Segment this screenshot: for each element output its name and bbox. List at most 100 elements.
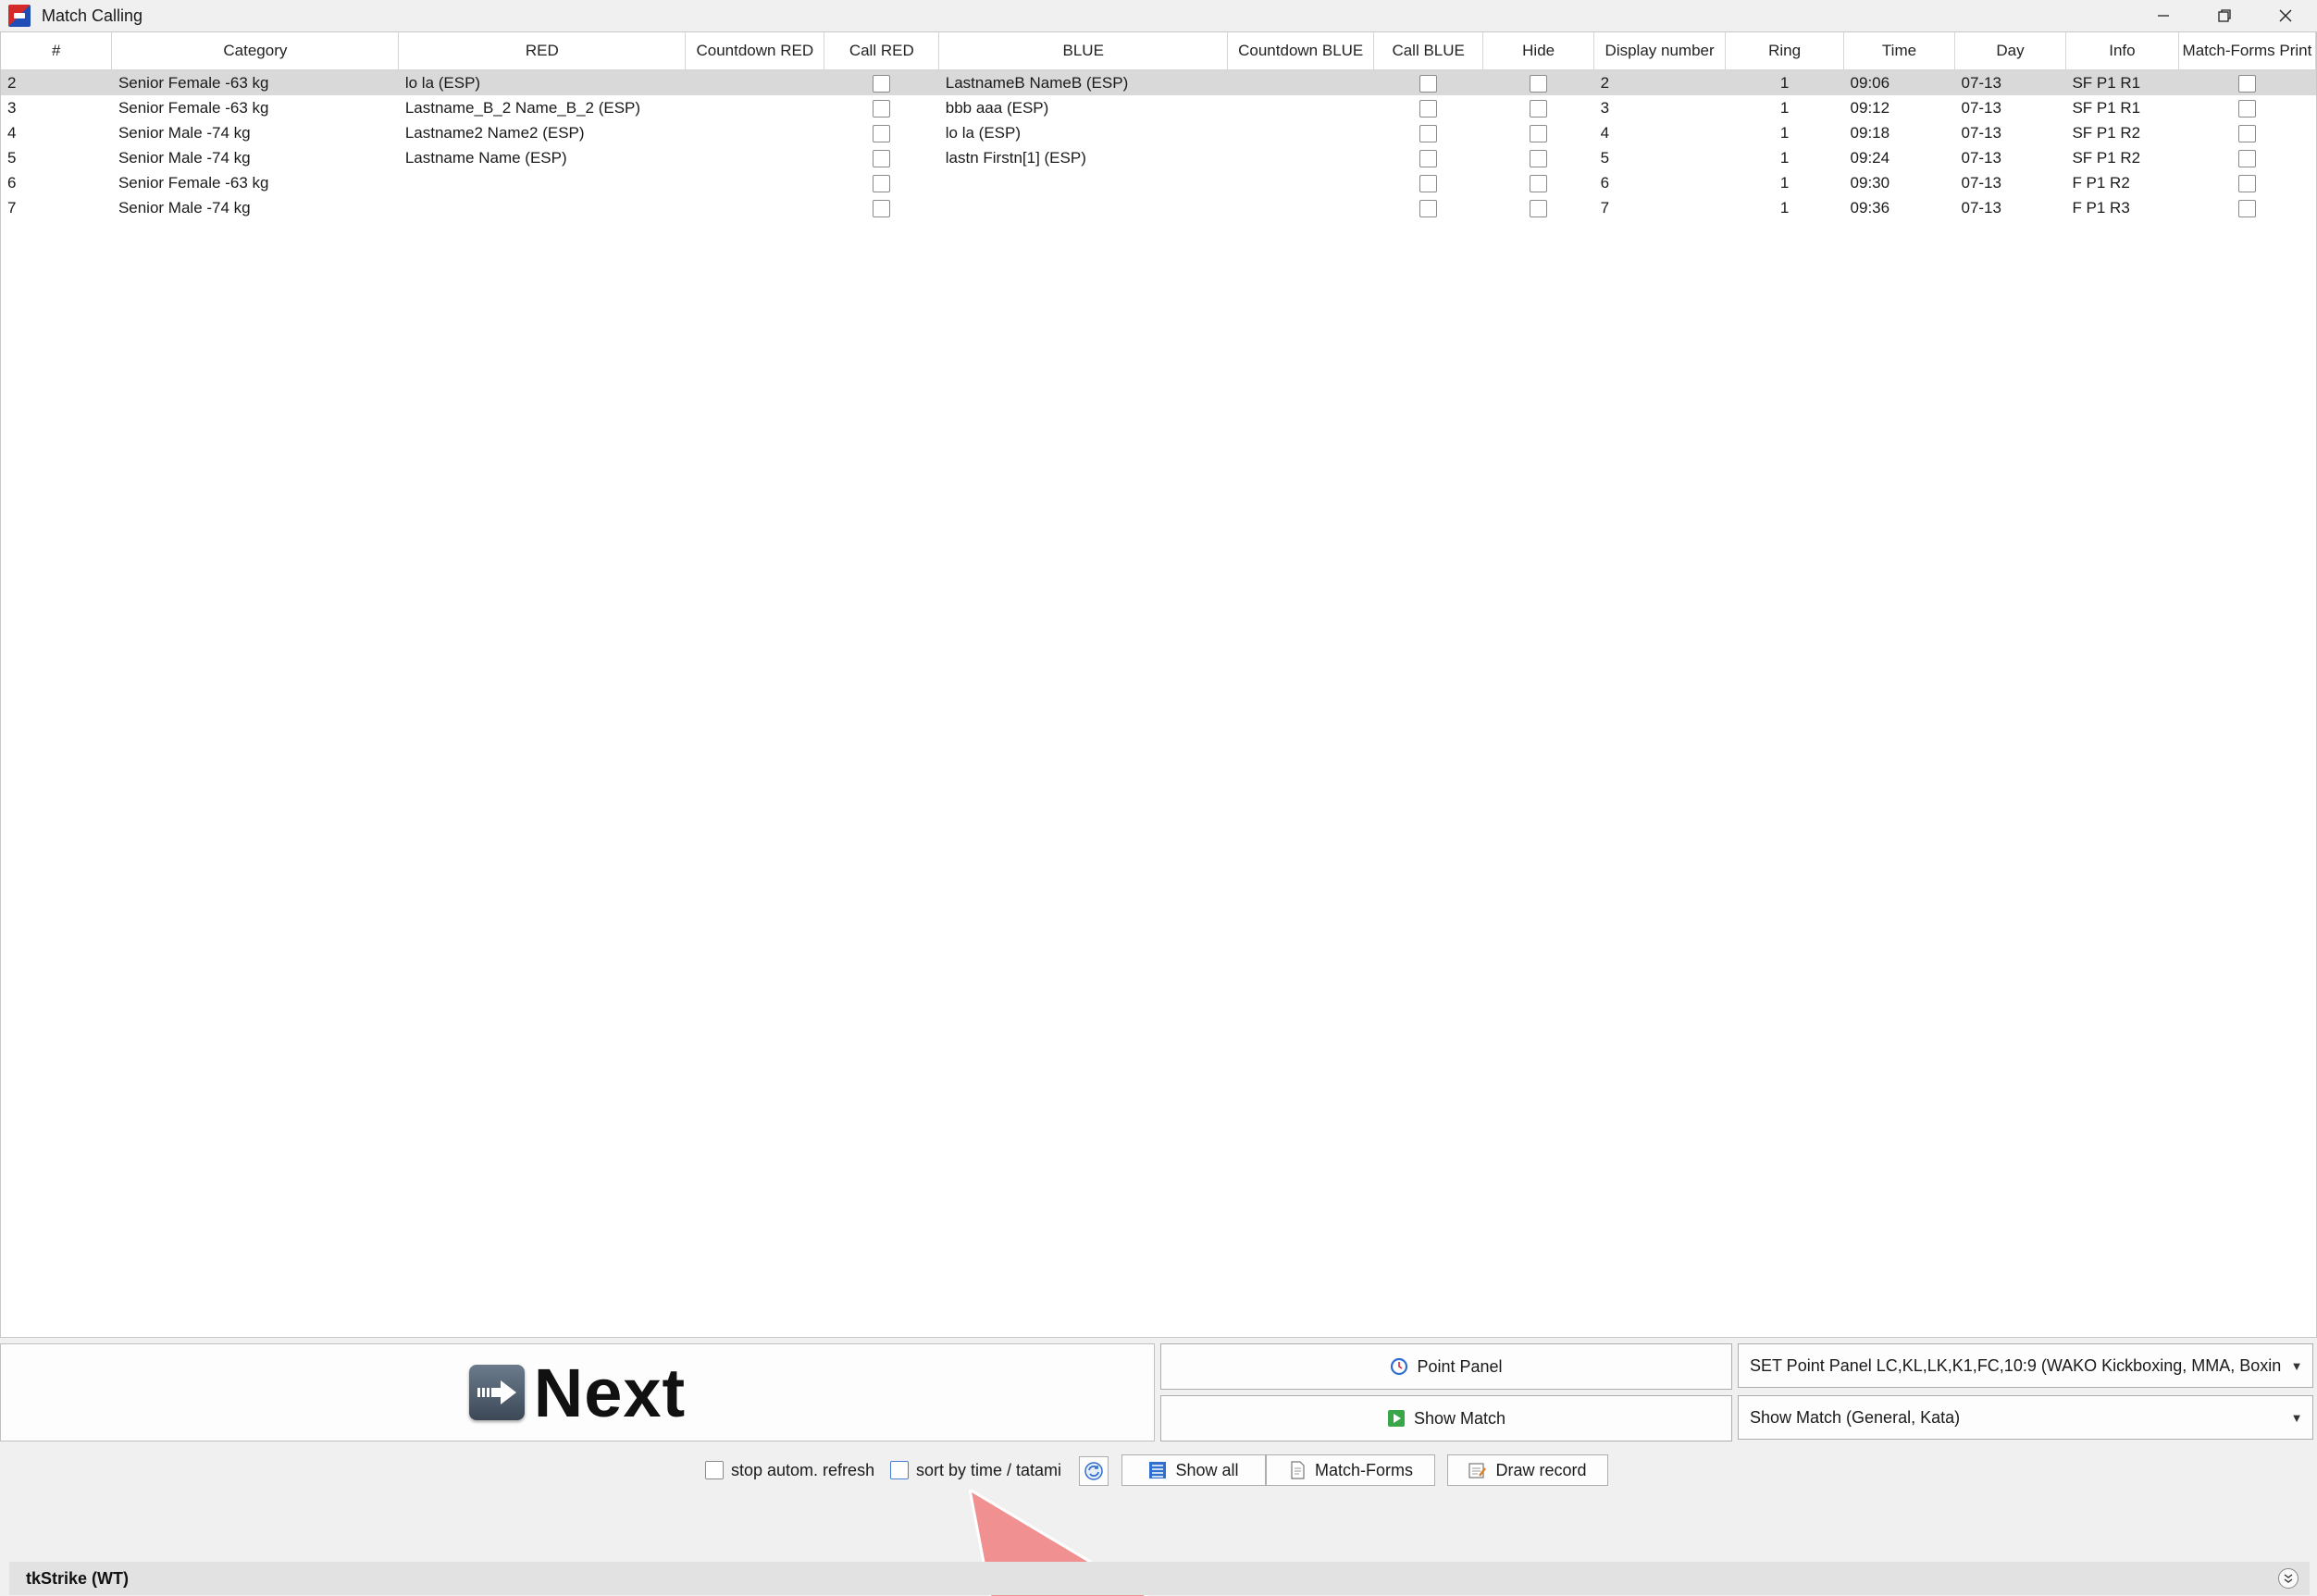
hide-checkbox[interactable] (1530, 149, 1548, 167)
show-all-button[interactable]: Show all (1121, 1454, 1266, 1486)
show-match-select-value: Show Match (General, Kata) (1750, 1407, 1961, 1427)
match-forms-button[interactable]: Match-Forms (1266, 1454, 1435, 1486)
table-row[interactable]: 5 Senior Male -74 kg Lastname Name (ESP) la… (1, 145, 2316, 170)
draw-record-button[interactable]: Draw record (1447, 1454, 1608, 1486)
day-cell: 07-13 (1961, 148, 2001, 167)
table-row[interactable]: 7 Senior Male -74 kg 7 1 09:36 07-13 F P1 R3 (1, 195, 2316, 220)
column-header[interactable]: Call BLUE (1373, 32, 1484, 70)
column-header[interactable]: Category (111, 32, 400, 70)
status-bar: tkStrike (WT) (9, 1562, 2310, 1595)
hide-checkbox-cell (1482, 69, 1594, 95)
display-number-cell: 5 (1600, 148, 1610, 167)
next-button[interactable]: Next (0, 1343, 1155, 1441)
red-athlete-cell: lo la (ESP) (398, 69, 686, 95)
match-forms-label: Match-Forms (1314, 1460, 1413, 1479)
show-match-select[interactable]: Show Match (General, Kata) ▼ (1738, 1395, 2313, 1440)
call-blue-checkbox-cell (1374, 95, 1483, 120)
refresh-button[interactable] (1079, 1456, 1109, 1486)
call-red-checkbox[interactable] (873, 124, 891, 142)
call-red-checkbox[interactable] (873, 174, 891, 192)
match-forms-print-checkbox[interactable] (2237, 149, 2256, 167)
minimize-button[interactable] (2133, 0, 2194, 31)
hide-checkbox[interactable] (1530, 199, 1548, 217)
countdown-blue-cell (1228, 195, 1374, 220)
call-blue-checkbox[interactable] (1419, 149, 1438, 167)
expand-icon[interactable] (2278, 1568, 2298, 1589)
call-blue-checkbox[interactable] (1419, 174, 1438, 192)
hide-checkbox[interactable] (1530, 124, 1548, 142)
countdown-red-cell (686, 95, 824, 120)
day-cell: 07-13 (1961, 123, 2001, 142)
category-cell: Senior Male -74 kg (118, 123, 251, 142)
match-forms-print-checkbox[interactable] (2237, 174, 2256, 192)
checkbox-box[interactable] (890, 1461, 909, 1479)
show-match-button[interactable]: Show Match (1160, 1395, 1732, 1441)
match-number: 4 (7, 123, 17, 142)
column-header[interactable]: Hide (1482, 32, 1595, 70)
ring-cell: 1 (1779, 198, 1790, 217)
table-row[interactable]: 2 Senior Female -63 kg lo la (ESP) Lastname… (1, 69, 2316, 95)
time-cell: 09:12 (1850, 98, 1890, 117)
hide-checkbox-cell (1483, 120, 1594, 145)
time-cell: 09:18 (1850, 123, 1890, 142)
stop-refresh-checkbox[interactable]: stop autom. refresh (705, 1458, 874, 1482)
match-forms-print-checkbox-cell (2178, 120, 2315, 145)
column-header[interactable]: Call RED (824, 32, 940, 70)
column-header[interactable]: Ring (1725, 32, 1845, 70)
point-panel-select-value: SET Point Panel LC,KL,LK,K1,FC,10:9 (WAK… (1750, 1355, 2281, 1375)
restore-button[interactable] (2194, 0, 2255, 31)
sort-by-time-checkbox[interactable]: sort by time / tatami (890, 1458, 1061, 1482)
table-row[interactable]: 4 Senior Male -74 kg Lastname2 Name2 (ESP)… (1, 120, 2316, 145)
ring-cell: 1 (1725, 69, 1844, 95)
match-forms-print-checkbox[interactable] (2237, 124, 2256, 142)
red-athlete-cell (399, 170, 686, 195)
call-red-checkbox[interactable] (873, 149, 891, 167)
point-panel-select[interactable]: SET Point Panel LC,KL,LK,K1,FC,10:9 (WAK… (1738, 1343, 2313, 1388)
hide-checkbox[interactable] (1530, 174, 1548, 192)
hide-checkbox[interactable] (1530, 74, 1548, 93)
match-table: # Category RED Countdown RED Call RED BLUE Cou… (1, 32, 2316, 220)
column-header[interactable]: Display number (1593, 32, 1727, 70)
display-number-cell: 2 (1593, 69, 1726, 95)
column-header[interactable]: BLUE (938, 32, 1229, 70)
call-blue-checkbox[interactable] (1419, 99, 1438, 118)
display-number-cell: 4 (1600, 123, 1610, 142)
call-red-checkbox-cell (824, 95, 939, 120)
call-blue-checkbox[interactable] (1419, 199, 1438, 217)
column-header[interactable]: Match-Forms Print (2178, 32, 2316, 70)
red-athlete-cell: Lastname Name (ESP) (404, 148, 567, 167)
call-red-checkbox[interactable] (873, 199, 891, 217)
call-blue-checkbox[interactable] (1419, 74, 1438, 93)
match-forms-print-checkbox[interactable] (2237, 99, 2256, 118)
document-icon (1288, 1461, 1307, 1479)
column-header[interactable]: Countdown RED (685, 32, 825, 70)
column-header[interactable]: Time (1843, 32, 1955, 70)
column-header[interactable]: Info (2065, 32, 2179, 70)
column-header[interactable]: Countdown BLUE (1227, 32, 1375, 70)
chevron-down-icon: ▼ (2290, 1358, 2303, 1373)
match-number: 5 (7, 148, 17, 167)
ring-cell: 1 (1779, 148, 1790, 167)
close-button[interactable] (2255, 0, 2316, 31)
column-header[interactable]: # (1, 32, 113, 70)
call-red-checkbox[interactable] (873, 99, 891, 118)
checkbox-box[interactable] (705, 1461, 724, 1479)
table-row[interactable]: 3 Senior Female -63 kg Lastname_B_2 Name_B… (1, 95, 2316, 120)
blue-athlete-cell: lastn Firstn[1] (ESP) (945, 148, 1086, 167)
ring-cell: 1 (1779, 123, 1790, 142)
table-header-row: # Category RED Countdown RED Call RED BLUE Cou… (1, 32, 2316, 70)
category-cell: Senior Female -63 kg (111, 69, 399, 95)
match-forms-print-checkbox[interactable] (2237, 199, 2256, 217)
blue-athlete-cell: LastnameB NameB (ESP) (938, 69, 1228, 95)
time-cell: 09:36 (1850, 198, 1890, 217)
column-header[interactable]: Day (1954, 32, 2066, 70)
match-forms-print-checkbox[interactable] (2237, 74, 2256, 93)
column-header[interactable]: RED (398, 32, 687, 70)
call-red-checkbox[interactable] (873, 74, 891, 93)
match-table-area[interactable]: # Category RED Countdown RED Call RED BLUE Cou… (0, 31, 2317, 1338)
point-panel-button[interactable]: Point Panel (1160, 1343, 1732, 1390)
call-red-checkbox-cell (824, 195, 939, 220)
hide-checkbox[interactable] (1530, 99, 1548, 118)
table-row[interactable]: 6 Senior Female -63 kg 6 1 09:30 07-13 F P1 R2 (1, 170, 2316, 195)
call-blue-checkbox[interactable] (1419, 124, 1438, 142)
